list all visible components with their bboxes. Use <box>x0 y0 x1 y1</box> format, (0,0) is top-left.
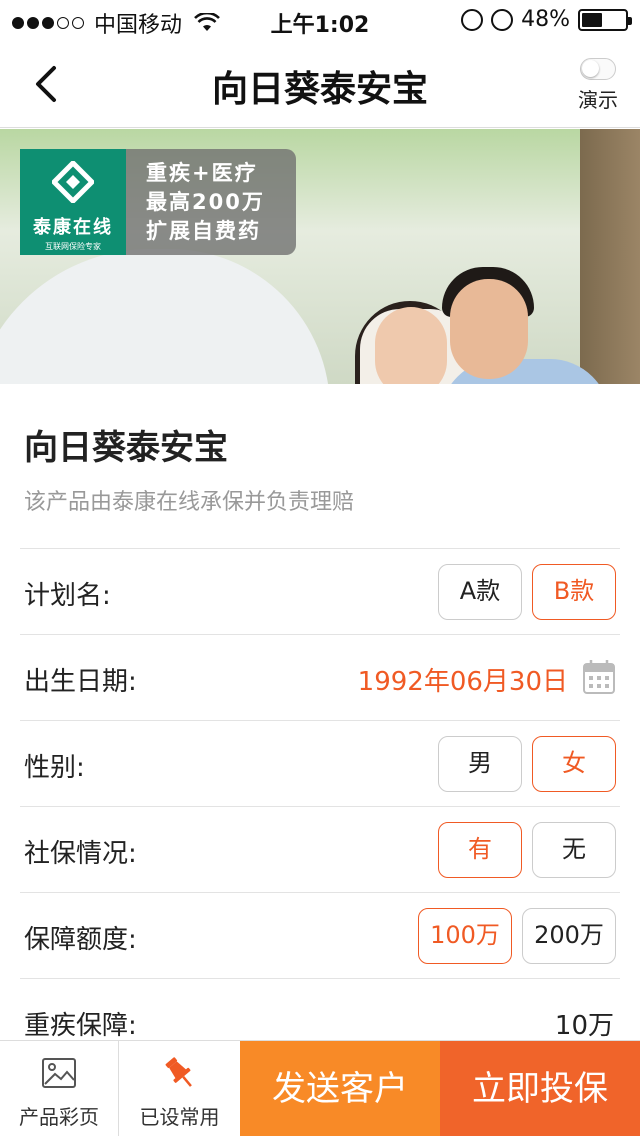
banner-tree <box>580 129 640 384</box>
plan-option-a[interactable]: A款 <box>438 564 522 620</box>
status-right: 48% <box>461 7 632 32</box>
social-security-row: 社保情况: 有 无 <box>20 806 620 892</box>
calendar-icon[interactable] <box>582 659 616 695</box>
pin-icon <box>165 1057 192 1087</box>
brochure-label: 产品彩页 <box>19 1105 99 1129</box>
product-title: 向日葵泰安宝 <box>24 428 228 468</box>
amount-option-100w[interactable]: 100万 <box>418 908 512 964</box>
amount-option-200w[interactable]: 200万 <box>522 908 616 964</box>
plan-label: 计划名: <box>24 581 111 611</box>
banner-woman-face <box>375 307 447 384</box>
image-icon <box>42 1058 76 1088</box>
orientation-lock-icon <box>461 8 484 31</box>
toggle-switch[interactable] <box>580 58 616 80</box>
battery-icon <box>578 8 632 31</box>
gender-option-male[interactable]: 男 <box>438 736 522 792</box>
product-banner: 泰康在线 互联网保险专家 重疾+医疗 最高200万 扩展自费药 <box>0 129 640 384</box>
birthdate-label: 出生日期: <box>24 667 137 697</box>
gender-label: 性别: <box>24 753 85 783</box>
social-security-label: 社保情况: <box>24 839 137 869</box>
gender-option-female[interactable]: 女 <box>532 736 616 792</box>
bottom-action-bar: 产品彩页 已设常用 发送客户 立即投保 <box>0 1040 640 1136</box>
social-option-no[interactable]: 无 <box>532 822 616 878</box>
banner-line: 最高200万 <box>146 190 265 214</box>
birthdate-row[interactable]: 出生日期: 1992年06月30日 <box>20 634 620 720</box>
buy-now-button[interactable]: 立即投保 <box>440 1041 640 1136</box>
status-bar: 中国移动 上午1:02 48% <box>0 0 640 40</box>
favorite-label: 已设常用 <box>139 1105 220 1129</box>
favorite-button[interactable]: 已设常用 <box>120 1041 239 1136</box>
coverage-amount-row: 保障额度: 100万 200万 <box>20 892 620 978</box>
banner-text: 重疾+医疗 最高200万 扩展自费药 <box>126 149 265 255</box>
brand-name: 泰康在线 <box>33 217 113 238</box>
banner-badge: 泰康在线 互联网保险专家 重疾+医疗 最高200万 扩展自费药 <box>20 149 296 255</box>
birthdate-value[interactable]: 1992年06月30日 <box>358 661 568 698</box>
plan-option-b[interactable]: B款 <box>532 564 616 620</box>
critical-illness-label: 重疾保障: <box>24 1011 137 1041</box>
banner-man-face <box>450 279 528 379</box>
brand-logo-icon <box>50 159 96 205</box>
coverage-amount-label: 保障额度: <box>24 925 137 955</box>
page-title: 向日葵泰安宝 <box>211 69 428 110</box>
plan-row: 计划名: A款 B款 <box>20 548 620 634</box>
demo-label: 演示 <box>578 88 618 112</box>
social-option-yes[interactable]: 有 <box>438 822 522 878</box>
alarm-icon <box>491 8 514 31</box>
demo-toggle[interactable]: 演示 <box>572 58 624 113</box>
banner-line: 重疾+医疗 <box>146 161 258 185</box>
banner-line: 扩展自费药 <box>146 219 261 243</box>
banner-tent <box>0 249 330 384</box>
navigation-bar: 向日葵泰安宝 演示 <box>0 40 640 128</box>
battery-percent: 48% <box>521 7 570 32</box>
product-subtitle: 该产品由泰康在线承保并负责理赔 <box>24 490 355 515</box>
brochure-button[interactable]: 产品彩页 <box>0 1041 119 1136</box>
send-to-customer-button[interactable]: 发送客户 <box>240 1041 440 1136</box>
critical-illness-value: 10万 <box>554 1011 614 1041</box>
brand-slogan: 互联网保险专家 <box>45 242 101 251</box>
gender-row: 性别: 男 女 <box>20 720 620 806</box>
brand-logo: 泰康在线 互联网保险专家 <box>20 149 126 255</box>
battery-level <box>582 12 603 27</box>
